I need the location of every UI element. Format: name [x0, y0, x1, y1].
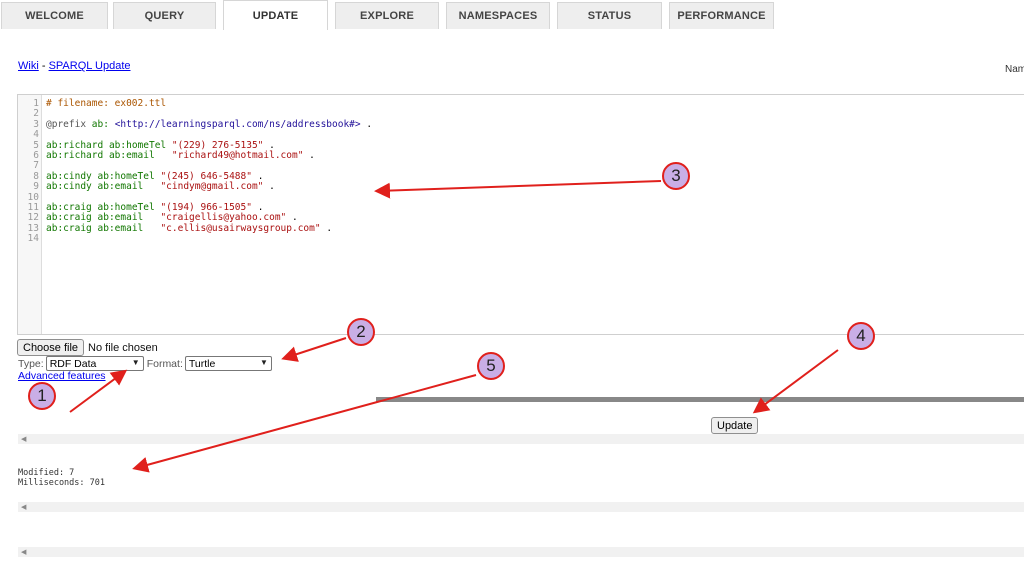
scroll-left-icon[interactable]: ◀ [21, 502, 26, 512]
arrow-2 [281, 337, 347, 362]
tab-welcome[interactable]: WELCOME [1, 2, 108, 29]
wiki-link[interactable]: Wiki [18, 60, 39, 72]
line-number: 14 [27, 233, 39, 245]
tab-query[interactable]: QUERY [113, 2, 216, 29]
link-separator: - [38, 60, 49, 72]
code-line: ab:craig ab:email "c.ellis@usairwaysgrou… [46, 222, 333, 234]
type-select[interactable]: RDF Data ▼ [45, 356, 144, 371]
arrow-5 [132, 374, 477, 473]
horizontal-scrollbar[interactable]: ◀ [18, 547, 1024, 557]
choose-file-button[interactable]: Choose file [17, 339, 85, 356]
file-status: No file chosen [88, 341, 158, 354]
sparql-update-link[interactable]: SPARQL Update [49, 60, 131, 72]
file-chooser: Choose file No file chosen [17, 339, 158, 356]
annotation-badge-1: 1 [28, 382, 56, 410]
modified-count: Modified: 7 [18, 468, 75, 478]
tab-namespaces[interactable]: NAMESPACES [446, 2, 550, 29]
scroll-left-icon[interactable]: ◀ [21, 547, 26, 557]
namespace-label: Nam [1005, 64, 1024, 75]
code-line: ab:richard ab:email "richard49@hotmail.c… [46, 150, 315, 161]
type-select-value: RDF Data [49, 357, 97, 370]
milliseconds-count: Milliseconds: 701 [18, 477, 105, 488]
update-result: Modified: 7 Milliseconds: 701 [18, 468, 105, 488]
chevron-down-icon: ▼ [259, 358, 268, 367]
resize-divider[interactable] [376, 397, 1024, 402]
chevron-down-icon: ▼ [131, 358, 140, 367]
format-select[interactable]: Turtle ▼ [184, 356, 272, 371]
update-editor[interactable]: 1 2 3 4 5 6 7 8 9 10 11 12 13 14 # filen… [17, 94, 1024, 335]
tab-performance[interactable]: PERFORMANCE [669, 2, 774, 29]
horizontal-scrollbar[interactable]: ◀ [18, 434, 1024, 444]
annotation-badge-5: 5 [477, 352, 505, 380]
format-select-value: Turtle [188, 357, 216, 370]
code-line: # filename: ex002.ttl [46, 98, 167, 109]
tab-status[interactable]: STATUS [557, 2, 662, 29]
format-label: Format: [146, 357, 183, 370]
tab-update[interactable]: UPDATE [223, 0, 328, 30]
tab-bar: WELCOME QUERY UPDATE EXPLORE NAMESPACES … [0, 0, 1024, 30]
tab-explore[interactable]: EXPLORE [335, 2, 439, 29]
code-line: ab:cindy ab:email "cindym@gmail.com" . [46, 181, 275, 193]
code-line: @prefix ab: <http://learningsparql.com/n… [46, 118, 373, 130]
horizontal-scrollbar[interactable]: ◀ [18, 502, 1024, 512]
type-format-row: Type: RDF Data ▼ Format: Turtle ▼ [18, 356, 275, 371]
help-links: Wiki - SPARQL Update [18, 60, 131, 72]
scroll-left-icon[interactable]: ◀ [21, 434, 26, 444]
update-button[interactable]: Update [711, 417, 759, 434]
type-label: Type: [18, 357, 44, 370]
advanced-features-link[interactable]: Advanced features [18, 370, 106, 382]
line-number-gutter: 1 2 3 4 5 6 7 8 9 10 11 12 13 14 [18, 95, 42, 334]
